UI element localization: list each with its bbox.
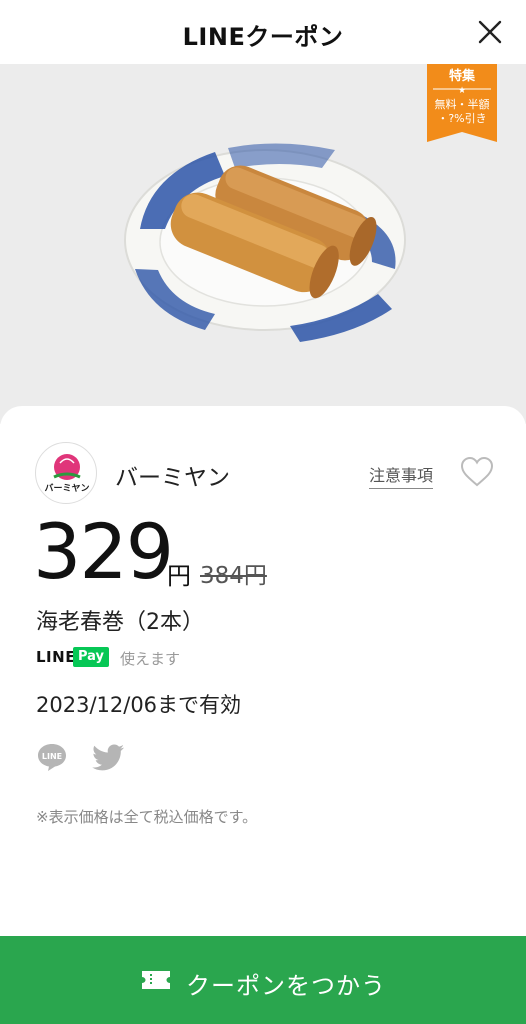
expiry-date: 2023/12/06まで有効 bbox=[36, 693, 242, 717]
coupon-price: 329 bbox=[33, 507, 174, 596]
product-name: 海老春巻（2本） bbox=[36, 610, 204, 635]
close-button[interactable] bbox=[474, 16, 506, 48]
line-pay-logo-line: LINE bbox=[36, 648, 76, 666]
twitter-share-button[interactable] bbox=[92, 744, 125, 772]
app-header: LINEクーポン bbox=[0, 0, 526, 64]
store-logo: バーミヤン bbox=[35, 442, 97, 504]
line-share-label: LINE bbox=[42, 752, 62, 761]
page-title: LINEクーポン bbox=[182, 23, 344, 51]
heart-icon[interactable] bbox=[459, 456, 495, 488]
ticket-icon bbox=[142, 971, 170, 989]
badge-star: ★ bbox=[457, 86, 467, 96]
line-pay-usable-text: 使えます bbox=[120, 650, 181, 668]
price-unit: 円 bbox=[167, 562, 191, 590]
favorite-button[interactable] bbox=[459, 456, 495, 488]
notice-link[interactable]: 注意事項 bbox=[369, 462, 434, 489]
line-share-button[interactable]: LINE bbox=[36, 742, 68, 772]
line-share-icon[interactable]: LINE bbox=[36, 742, 68, 772]
use-coupon-label[interactable]: クーポンをつかう bbox=[186, 966, 386, 1001]
original-price: 384円 bbox=[200, 563, 267, 589]
close-icon[interactable] bbox=[474, 16, 506, 48]
store-logo-text: バーミヤン bbox=[44, 484, 90, 494]
store-name: バーミヤン bbox=[115, 465, 230, 491]
special-feature-badge: 特集 ★ 無料・半額 ・?%引き bbox=[427, 64, 497, 142]
twitter-icon[interactable] bbox=[92, 744, 125, 772]
badge-line-free-half: 無料・半額 bbox=[434, 98, 490, 111]
line-pay-logo-pay: Pay bbox=[73, 647, 109, 667]
badge-title: 特集 bbox=[448, 69, 475, 84]
badge-line-percent: ・?%引き bbox=[437, 112, 487, 125]
tax-note: ※表示価格は全て税込価格です。 bbox=[36, 808, 258, 826]
